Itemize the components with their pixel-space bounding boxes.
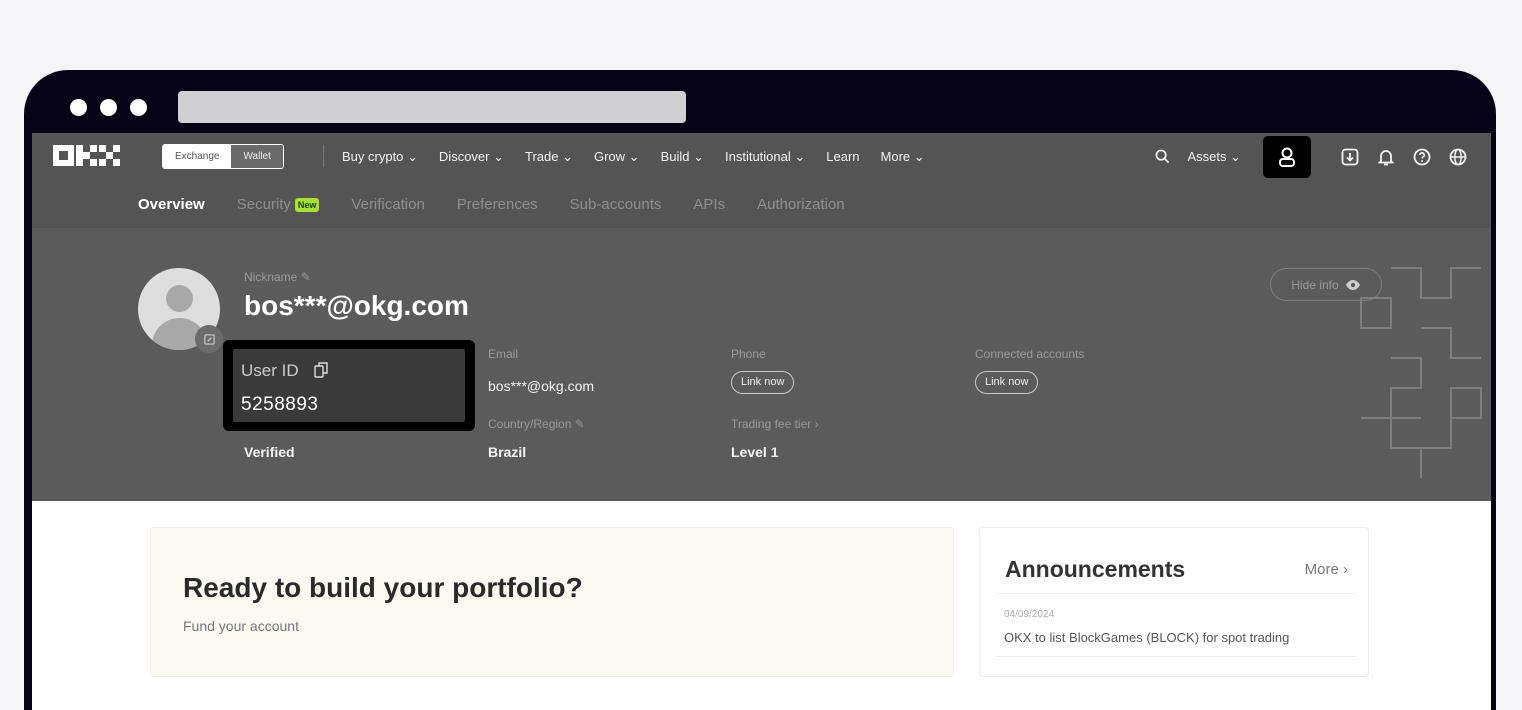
address-bar[interactable]: [178, 91, 686, 123]
link-connected-account-button[interactable]: Link now: [975, 371, 1039, 394]
phone-label: Phone: [731, 347, 766, 361]
top-navigation: Exchange Wallet Buy crypto ⌄ Discover ⌄ …: [32, 133, 1491, 180]
globe-icon[interactable]: [1447, 146, 1469, 168]
browser-window: Exchange Wallet Buy crypto ⌄ Discover ⌄ …: [24, 70, 1496, 710]
bell-icon[interactable]: [1375, 146, 1397, 168]
nav-more[interactable]: More ⌄: [881, 149, 925, 165]
toggle-wallet[interactable]: Wallet: [231, 145, 283, 168]
hide-info-button[interactable]: Hide info: [1270, 268, 1382, 301]
window-dot-close[interactable]: [70, 99, 87, 116]
exchange-wallet-toggle[interactable]: Exchange Wallet: [162, 144, 284, 169]
download-icon[interactable]: [1339, 146, 1361, 168]
tab-overview[interactable]: Overview: [138, 196, 205, 213]
divider: [996, 656, 1356, 657]
divider: [996, 593, 1356, 594]
country-value: Brazil: [488, 444, 527, 460]
verification-status: Verified: [244, 444, 295, 460]
fee-tier-label[interactable]: Trading fee tier ›: [731, 417, 819, 431]
page-viewport: Exchange Wallet Buy crypto ⌄ Discover ⌄ …: [32, 133, 1491, 710]
assets-menu[interactable]: Assets ⌄: [1187, 149, 1241, 165]
user-id-highlight: User ID 5258893: [223, 340, 475, 431]
nav-build[interactable]: Build ⌄: [661, 149, 704, 165]
dashboard-content: Ready to build your portfolio? Fund your…: [32, 501, 1491, 710]
user-id-label: User ID: [241, 361, 299, 380]
new-badge: New: [294, 197, 320, 212]
announcement-link[interactable]: OKX to list BlockGames (BLOCK) for spot …: [1004, 630, 1289, 645]
eye-icon: [1345, 279, 1360, 290]
nickname-value: bos***@okg.com: [244, 290, 469, 321]
promo-subtitle: Fund your account: [183, 618, 299, 634]
window-dot-minimize[interactable]: [100, 99, 117, 116]
tab-sub-accounts[interactable]: Sub-accounts: [570, 196, 662, 213]
nav-buy-crypto[interactable]: Buy crypto ⌄: [342, 149, 418, 165]
tab-apis[interactable]: APIs: [693, 196, 725, 213]
nav-discover[interactable]: Discover ⌄: [439, 149, 504, 165]
top-right-actions: Assets ⌄: [1151, 133, 1469, 180]
tab-preferences[interactable]: Preferences: [457, 196, 538, 213]
announcement-date: 04/09/2024: [1004, 609, 1055, 620]
tab-verification[interactable]: Verification: [351, 196, 424, 213]
announcements-title: Announcements: [1005, 556, 1186, 582]
toggle-exchange[interactable]: Exchange: [163, 145, 232, 168]
nav-learn[interactable]: Learn: [826, 149, 859, 164]
search-icon[interactable]: [1151, 146, 1173, 168]
edit-avatar-icon[interactable]: [195, 325, 223, 353]
nickname-label: Nickname ✎: [244, 270, 311, 284]
window-dot-maximize[interactable]: [130, 99, 147, 116]
email-label: Email: [488, 347, 519, 361]
okx-logo[interactable]: [53, 145, 120, 166]
portfolio-promo-card[interactable]: Ready to build your portfolio? Fund your…: [150, 527, 954, 677]
email-value: bos***@okg.com: [488, 378, 595, 394]
hide-info-label: Hide info: [1291, 277, 1339, 292]
tab-security[interactable]: Security New: [237, 196, 320, 213]
tab-security-label: Security: [236, 195, 291, 213]
link-phone-button[interactable]: Link now: [731, 371, 795, 394]
announcements-more-link[interactable]: More ›: [1305, 561, 1348, 578]
nav-divider: [323, 145, 324, 167]
country-label: Country/Region ✎: [488, 417, 585, 431]
nav-grow[interactable]: Grow ⌄: [594, 149, 640, 165]
user-icon: [1279, 147, 1295, 167]
copy-icon[interactable]: [314, 362, 328, 383]
nav-institutional[interactable]: Institutional ⌄: [725, 149, 805, 165]
promo-title: Ready to build your portfolio?: [183, 572, 583, 603]
connected-accounts-label: Connected accounts: [975, 347, 1085, 361]
profile-overview: Nickname ✎ bos***@okg.com Hide info Veri…: [32, 228, 1491, 501]
tab-authorization[interactable]: Authorization: [757, 196, 845, 213]
announcements-card: Announcements More › 04/09/2024 OKX to l…: [979, 527, 1369, 677]
account-tabs: Overview Security New Verification Prefer…: [32, 180, 1491, 228]
edit-country-icon[interactable]: ✎: [575, 417, 585, 431]
profile-button[interactable]: [1263, 135, 1311, 178]
user-id-value: 5258893: [241, 394, 319, 415]
chevron-right-icon: ›: [814, 417, 819, 431]
help-icon[interactable]: [1411, 146, 1433, 168]
nav-trade[interactable]: Trade ⌄: [525, 149, 573, 165]
main-menu: Buy crypto ⌄ Discover ⌄ Trade ⌄ Grow ⌄ B…: [342, 133, 925, 180]
edit-icon[interactable]: ✎: [301, 270, 311, 284]
window-controls: [70, 99, 147, 116]
fee-tier-value: Level 1: [731, 444, 779, 460]
